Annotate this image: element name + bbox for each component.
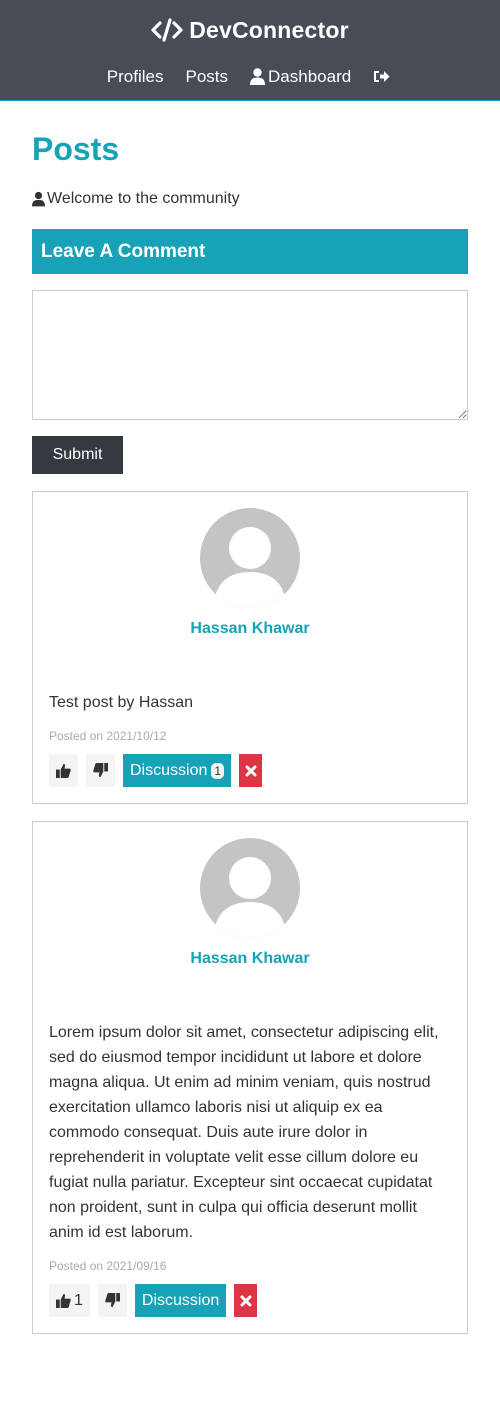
code-icon bbox=[151, 18, 183, 42]
post-item: Hassan Khawar Lorem ipsum dolor sit amet… bbox=[32, 821, 468, 1334]
post-date: Posted on 2021/10/12 bbox=[49, 729, 167, 743]
discussion-button[interactable]: Discussion 1 bbox=[123, 754, 232, 787]
comment-count-badge: 1 bbox=[211, 762, 225, 779]
lead-text: Welcome to the community bbox=[47, 190, 240, 207]
post-text: Test post by Hassan bbox=[49, 694, 194, 711]
thumbs-up-icon bbox=[56, 1293, 71, 1308]
user-icon bbox=[32, 191, 45, 207]
page-title: Posts bbox=[32, 131, 120, 167]
post-text: Lorem ipsum dolor sit amet, consectetur … bbox=[49, 1024, 439, 1241]
like-button[interactable]: 1 bbox=[49, 1284, 90, 1317]
user-icon bbox=[250, 68, 266, 85]
comment-form-header: Leave A Comment bbox=[32, 229, 468, 274]
page-lead: Welcome to the community bbox=[32, 188, 468, 210]
unlike-button[interactable] bbox=[97, 1284, 127, 1317]
like-button[interactable] bbox=[49, 754, 78, 787]
avatar bbox=[200, 508, 300, 608]
main-content: Posts Welcome to the community Leave A C… bbox=[0, 130, 500, 1334]
post-author[interactable]: Hassan Khawar bbox=[49, 508, 451, 640]
delete-post-button[interactable] bbox=[234, 1284, 258, 1317]
sign-out-icon bbox=[374, 71, 390, 82]
thumbs-down-icon bbox=[93, 763, 108, 778]
post-date: Posted on 2021/09/16 bbox=[49, 1259, 167, 1273]
avatar bbox=[200, 838, 300, 938]
comment-form-title: Leave A Comment bbox=[41, 240, 206, 262]
post-actions: 1 Discussion bbox=[49, 1284, 451, 1317]
author-name: Hassan Khawar bbox=[190, 620, 310, 637]
post-actions: Discussion 1 bbox=[49, 754, 451, 787]
nav-dashboard-label: Dashboard bbox=[268, 66, 352, 86]
nav-links: Profiles Posts Dashboard bbox=[0, 60, 500, 93]
navbar: DevConnector Profiles Posts Dashboard bbox=[0, 0, 500, 101]
nav-posts[interactable]: Posts bbox=[174, 67, 239, 87]
nav-dashboard[interactable]: Dashboard bbox=[239, 67, 362, 87]
thumbs-down-icon bbox=[105, 1293, 120, 1308]
discussion-button[interactable]: Discussion bbox=[134, 1284, 227, 1317]
nav-logout[interactable] bbox=[362, 69, 404, 84]
close-icon bbox=[240, 1295, 252, 1306]
thumbs-up-icon bbox=[56, 763, 71, 778]
unlike-button[interactable] bbox=[86, 754, 115, 787]
delete-post-button[interactable] bbox=[239, 754, 263, 787]
submit-button[interactable]: Submit bbox=[32, 436, 123, 474]
close-icon bbox=[245, 765, 257, 776]
nav-profiles[interactable]: Profiles bbox=[96, 67, 175, 87]
discussion-label: Discussion bbox=[130, 761, 208, 779]
discussion-label: Discussion bbox=[141, 1291, 220, 1309]
post-item: Hassan Khawar Test post by Hassan Posted… bbox=[32, 491, 468, 804]
brand-link[interactable]: DevConnector bbox=[0, 0, 500, 60]
comment-textarea[interactable] bbox=[32, 290, 468, 420]
author-name: Hassan Khawar bbox=[190, 950, 310, 967]
brand-title: DevConnector bbox=[189, 16, 349, 43]
post-author[interactable]: Hassan Khawar bbox=[49, 838, 451, 970]
like-count: 1 bbox=[74, 1291, 83, 1309]
